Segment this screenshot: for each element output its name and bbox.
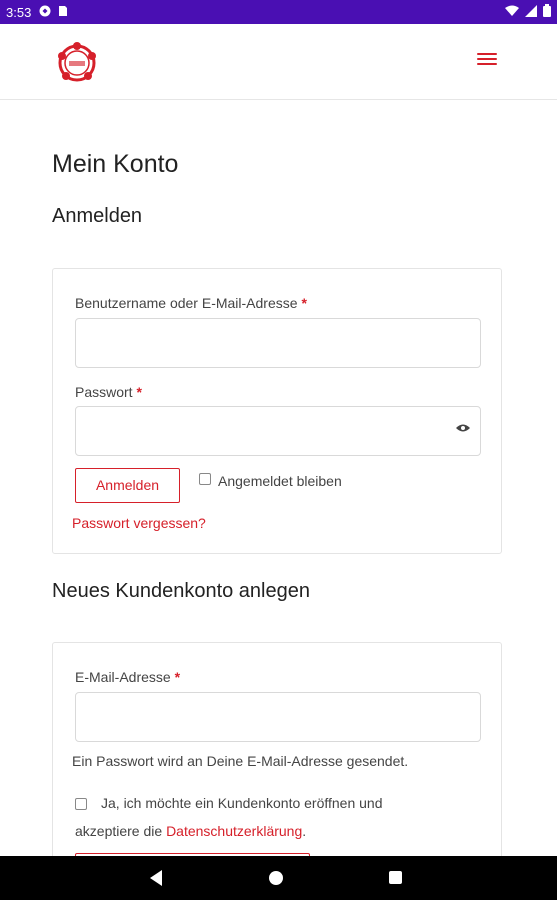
- required-mark: *: [301, 295, 307, 311]
- password-note: Ein Passwort wird an Deine E-Mail-Adress…: [72, 753, 409, 769]
- hamburger-menu-icon[interactable]: [474, 50, 500, 72]
- login-heading: Anmelden: [52, 205, 143, 227]
- wifi-icon: [505, 5, 519, 20]
- password-label: Passwort *: [75, 384, 142, 400]
- home-icon[interactable]: [269, 871, 283, 885]
- eye-icon[interactable]: [456, 420, 470, 436]
- consent-checkbox[interactable]: [75, 798, 87, 810]
- remember-me-label: Angemeldet bleiben: [218, 473, 342, 489]
- register-heading: Neues Kundenkonto anlegen: [52, 580, 310, 602]
- status-bar: 3:53: [0, 0, 557, 24]
- back-icon[interactable]: [150, 870, 162, 886]
- gesture-icon: [39, 5, 51, 20]
- site-header: [0, 24, 557, 100]
- privacy-policy-link[interactable]: Datenschutzerklärung: [166, 823, 302, 839]
- battery-icon: [543, 4, 551, 20]
- username-input[interactable]: [75, 318, 481, 368]
- site-logo-icon[interactable]: [54, 40, 100, 86]
- username-label: Benutzername oder E-Mail-Adresse *: [75, 295, 307, 311]
- consent-text: Ja, ich möchte ein Kundenkonto eröffnen …: [101, 795, 383, 811]
- email-label: E-Mail-Adresse *: [75, 669, 181, 685]
- signal-icon: [525, 4, 537, 20]
- password-input[interactable]: [75, 406, 481, 456]
- sim-icon: [58, 5, 68, 20]
- consent-text-line-2: akzeptiere die Datenschutzerklärung.: [75, 823, 307, 839]
- page-title: Mein Konto: [52, 150, 179, 178]
- required-mark: *: [136, 384, 142, 400]
- navigation-bar: [0, 856, 557, 900]
- login-form: Benutzername oder E-Mail-Adresse * Passw…: [52, 268, 502, 554]
- required-mark: *: [174, 669, 181, 685]
- recents-icon[interactable]: [389, 871, 402, 884]
- forgot-password-link[interactable]: Passwort vergessen?: [72, 515, 206, 531]
- login-button[interactable]: Anmelden: [75, 468, 180, 503]
- status-time: 3:53: [6, 4, 32, 20]
- email-input[interactable]: [75, 692, 481, 742]
- remember-me-checkbox[interactable]: [199, 473, 211, 485]
